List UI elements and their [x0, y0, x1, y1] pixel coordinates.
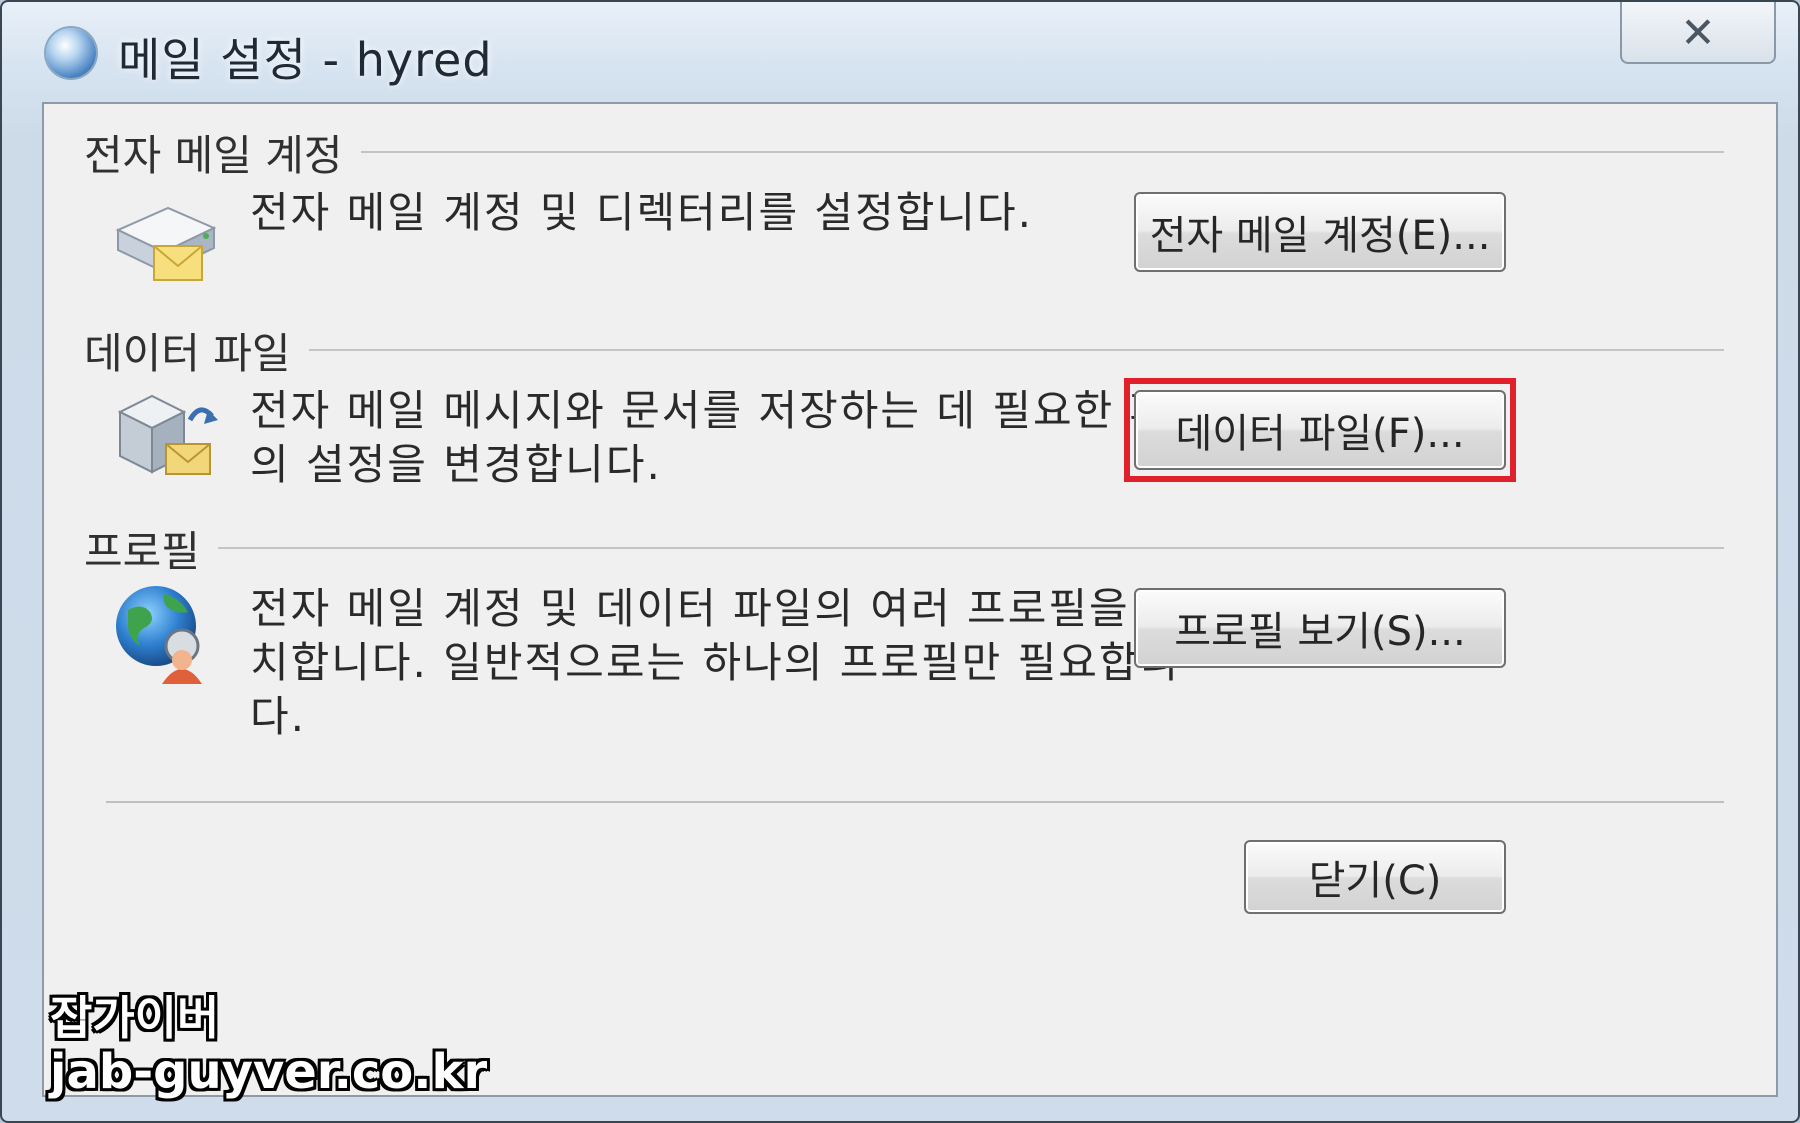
- accounts-group-title: 전자 메일 계정: [84, 122, 361, 183]
- close-window-button[interactable]: ✕: [1620, 2, 1776, 64]
- group-divider: [284, 349, 1724, 351]
- description-line: 치합니다. 일반적으로는 하나의 프로필만 필요합니: [250, 638, 1181, 687]
- mail-server-icon: [115, 206, 217, 281]
- accounts-description: 전자 메일 계정 및 디렉터리를 설정합니다.: [250, 188, 1033, 237]
- data-files-group-title: 데이터 파일: [84, 320, 309, 381]
- group-divider: [204, 547, 1724, 549]
- close-icon: ✕: [1680, 7, 1716, 57]
- close-button[interactable]: 닫기(C): [1244, 840, 1506, 914]
- footer-divider: [106, 801, 1724, 803]
- mail-globe-icon: [46, 28, 96, 78]
- data-file-icon: [117, 394, 218, 475]
- highlight-box: [1124, 378, 1516, 482]
- description-line: 의 설정을 변경합니다.: [250, 440, 662, 489]
- dialog-body: 전자 메일 계정 전자 메일 계정 및 디렉터리를 설정합니다. 전자 메일 계…: [42, 102, 1778, 1097]
- watermark-url: jab-guyver.co.kr: [50, 1044, 488, 1100]
- email-accounts-button[interactable]: 전자 메일 계정(E)...: [1134, 192, 1506, 272]
- profile-globe-icon: [116, 586, 202, 684]
- site-watermark: 잡가이버 jab-guyver.co.kr: [50, 992, 487, 1100]
- window-title: 메일 설정 - hyred: [118, 33, 493, 87]
- title-bar[interactable]: 메일 설정 - hyred ✕: [2, 2, 1798, 102]
- mail-setup-window: 메일 설정 - hyred ✕ 전자 메일 계정 전자 메일 계정 및 디렉터리…: [0, 0, 1800, 1123]
- description-line: 다.: [250, 692, 306, 741]
- data-files-description: 전자 메일 메시지와 문서를 저장하는 데 필요한 파일 의 설정을 변경합니다…: [250, 384, 1211, 492]
- description-line: 전자 메일 메시지와 문서를 저장하는 데 필요한 파일: [250, 386, 1211, 435]
- description-line: 전자 메일 계정 및 데이터 파일의 여러 프로필을 설: [250, 584, 1186, 633]
- watermark-brand: 잡가이버: [50, 991, 220, 1045]
- group-divider: [304, 151, 1724, 153]
- profiles-group-title: 프로필: [84, 518, 218, 579]
- show-profiles-button[interactable]: 프로필 보기(S)...: [1134, 588, 1506, 668]
- profiles-description: 전자 메일 계정 및 데이터 파일의 여러 프로필을 설 치합니다. 일반적으로…: [250, 582, 1186, 744]
